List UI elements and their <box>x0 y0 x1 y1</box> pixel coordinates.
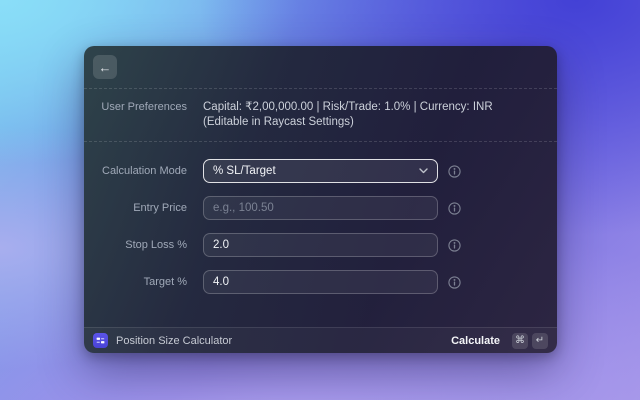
target-row: Target % <box>84 270 557 294</box>
preferences-line-2: (Editable in Raycast Settings) <box>203 115 493 130</box>
user-preferences-row: User Preferences Capital: ₹2,00,000.00 |… <box>84 89 557 142</box>
action-bar: Position Size Calculator Calculate ⌘ ↵ <box>84 327 557 353</box>
desktop-background: ← User Preferences Capital: ₹2,00,000.00… <box>0 0 640 400</box>
command-key-icon: ⌘ <box>512 333 528 349</box>
entry-price-row: Entry Price <box>84 196 557 220</box>
primary-action[interactable]: Calculate ⌘ ↵ <box>451 333 548 349</box>
window-header: ← <box>84 46 557 89</box>
return-key-icon: ↵ <box>532 333 548 349</box>
back-arrow-icon: ← <box>99 61 112 74</box>
form-rows: Calculation Mode % SL/Target Entry Price <box>84 142 557 294</box>
chevron-down-icon <box>419 168 428 174</box>
entry-price-label: Entry Price <box>84 202 187 214</box>
calculate-button[interactable]: Calculate <box>451 335 500 347</box>
form-content: User Preferences Capital: ₹2,00,000.00 |… <box>84 89 557 327</box>
info-icon[interactable] <box>448 202 461 215</box>
calculation-mode-row: Calculation Mode % SL/Target <box>84 159 557 183</box>
info-icon[interactable] <box>448 165 461 178</box>
preferences-line-1: Capital: ₹2,00,000.00 | Risk/Trade: 1.0%… <box>203 100 493 115</box>
stop-loss-label: Stop Loss % <box>84 239 187 251</box>
stop-loss-row: Stop Loss % <box>84 233 557 257</box>
user-preferences-value: Capital: ₹2,00,000.00 | Risk/Trade: 1.0%… <box>203 100 493 130</box>
stop-loss-input[interactable] <box>203 233 438 257</box>
user-preferences-label: User Preferences <box>84 100 187 113</box>
info-icon[interactable] <box>448 239 461 252</box>
back-button[interactable]: ← <box>93 55 117 79</box>
calculation-mode-value: % SL/Target <box>213 165 276 177</box>
target-label: Target % <box>84 276 187 288</box>
position-size-calculator-icon <box>93 333 108 348</box>
extension-title: Position Size Calculator <box>116 335 232 347</box>
raycast-window: ← User Preferences Capital: ₹2,00,000.00… <box>84 46 557 353</box>
calculation-mode-label: Calculation Mode <box>84 165 187 177</box>
entry-price-input[interactable] <box>203 196 438 220</box>
calculation-mode-dropdown[interactable]: % SL/Target <box>203 159 438 183</box>
target-input[interactable] <box>203 270 438 294</box>
info-icon[interactable] <box>448 276 461 289</box>
